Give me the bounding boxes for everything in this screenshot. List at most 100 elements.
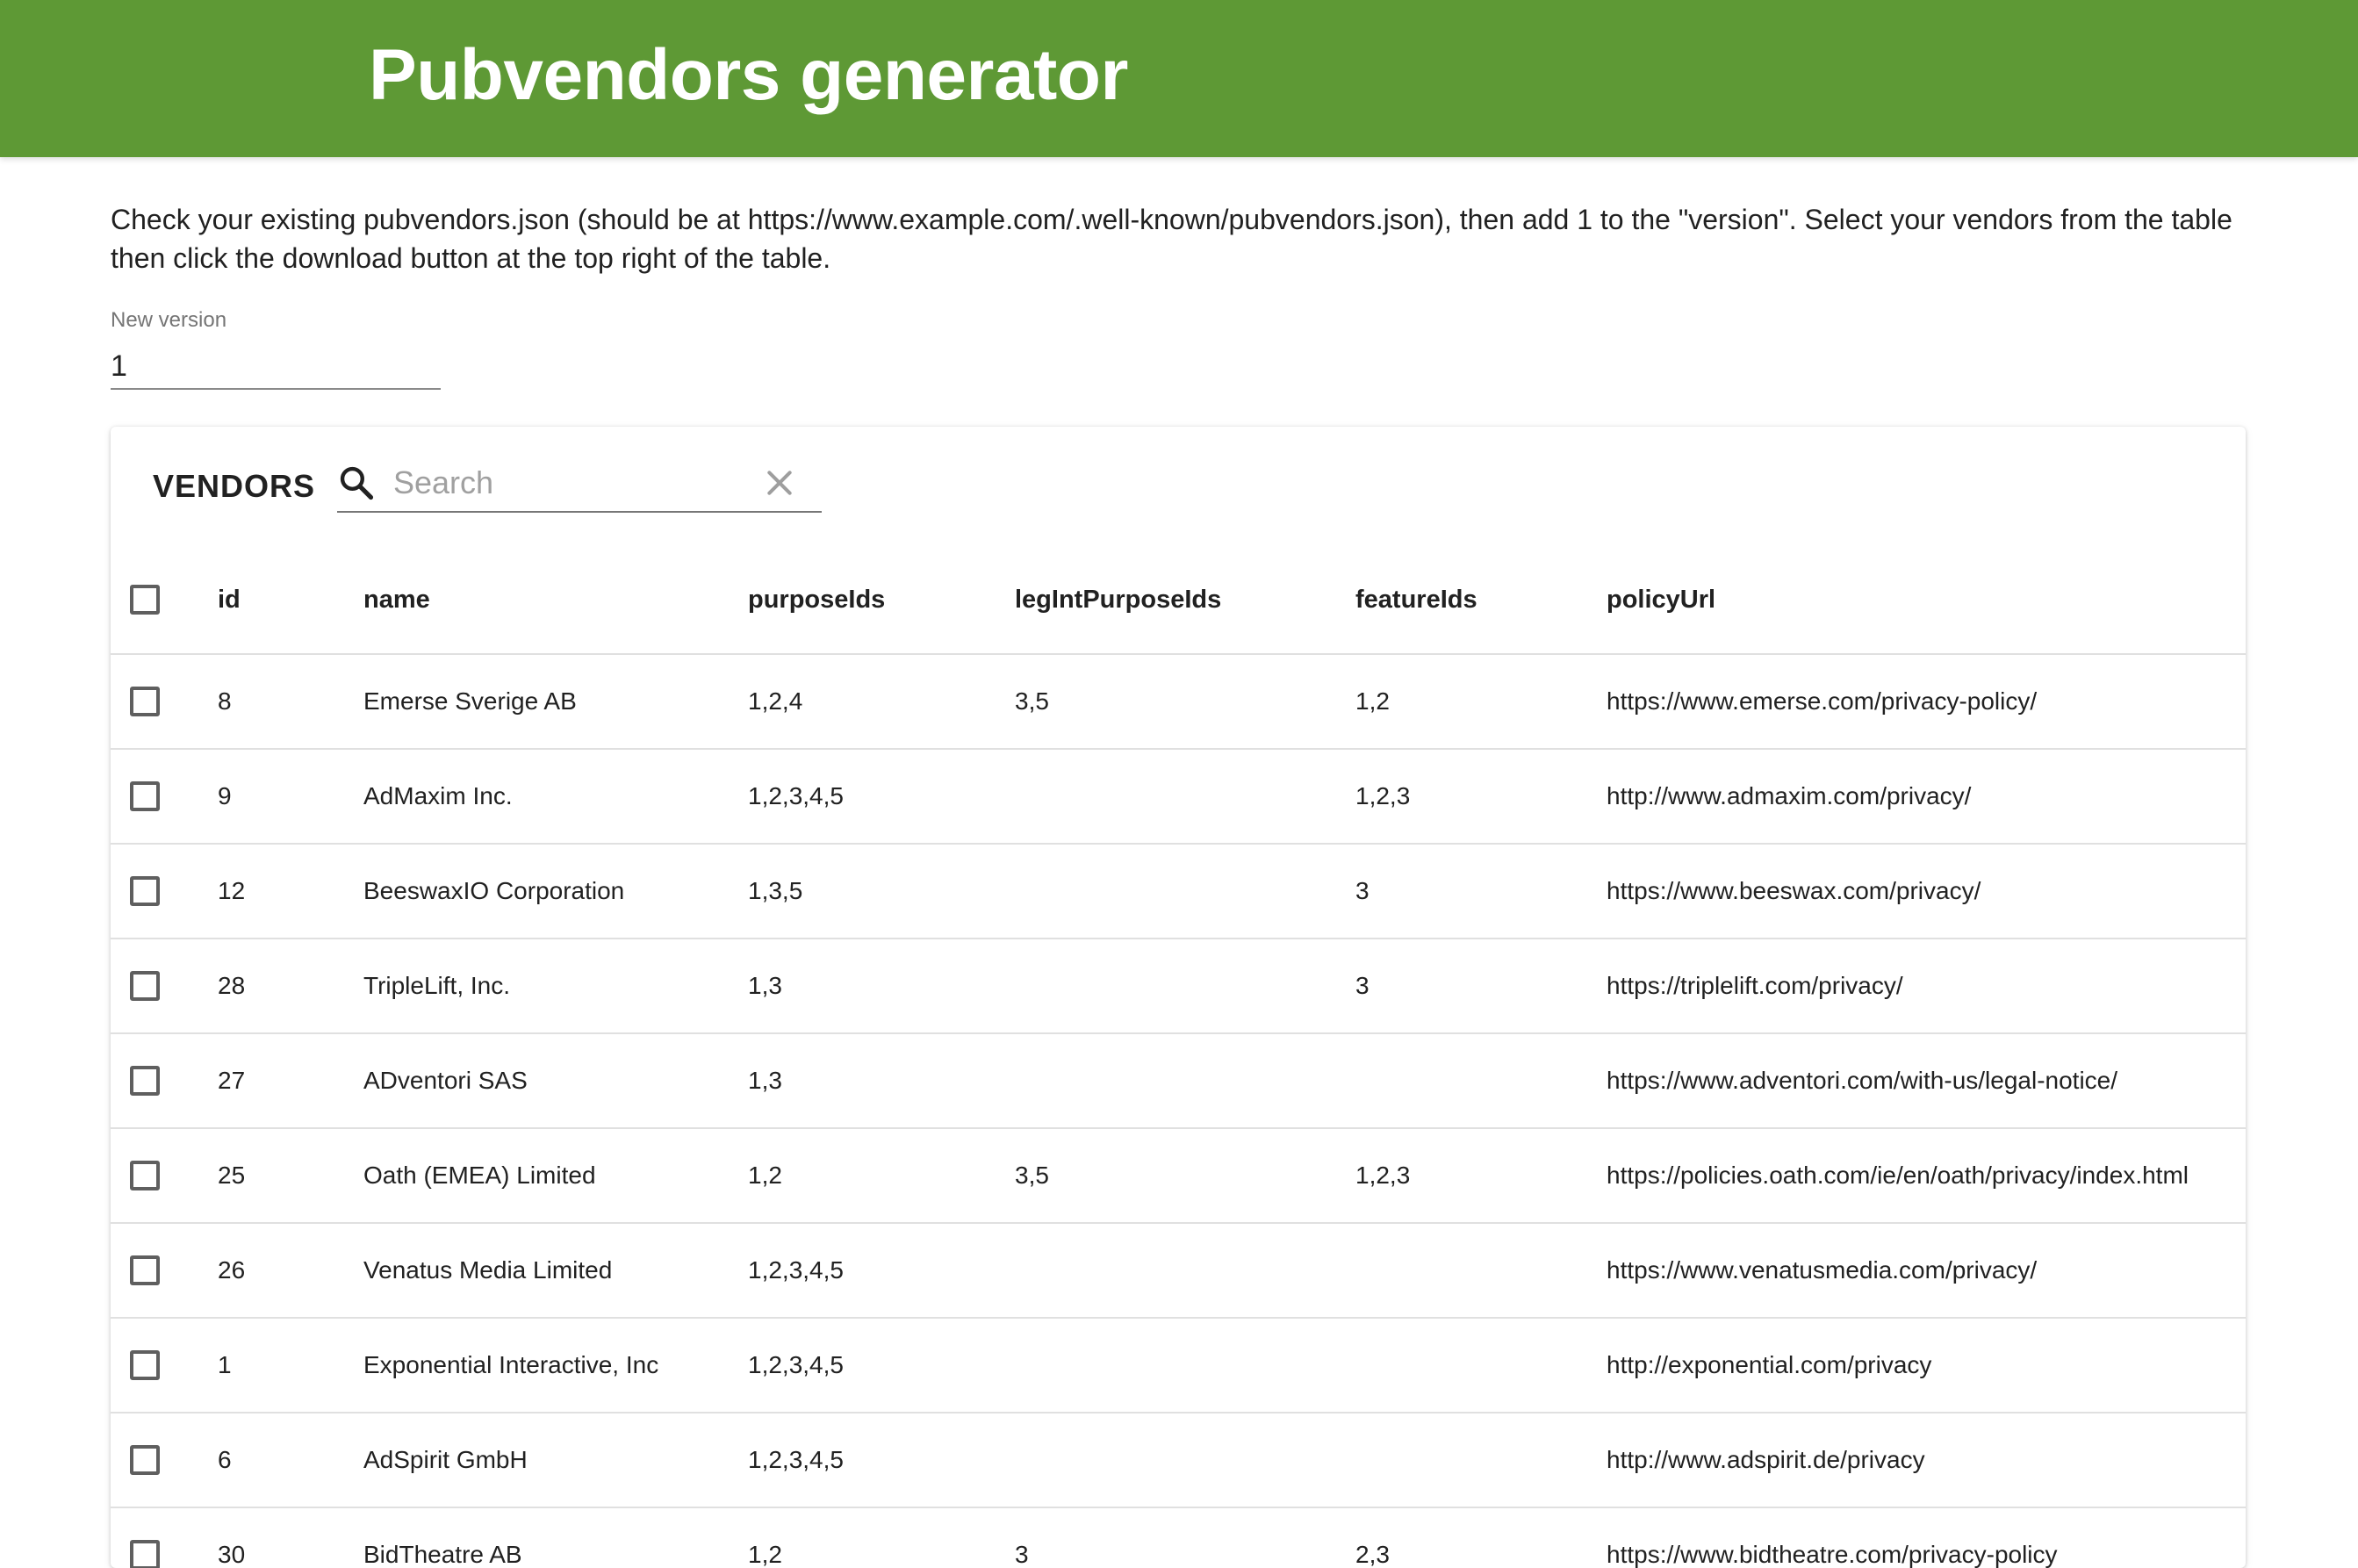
version-input[interactable] bbox=[111, 344, 441, 390]
cell-policyurl: https://www.venatusmedia.com/privacy/ bbox=[1607, 1256, 2038, 1284]
page-title: Pubvendors generator bbox=[369, 35, 1128, 115]
row-checkbox[interactable] bbox=[130, 1350, 160, 1380]
cell-name: AdMaxim Inc. bbox=[363, 782, 513, 809]
cell-id: 28 bbox=[218, 972, 246, 999]
row-checkbox[interactable] bbox=[130, 687, 160, 716]
cell-id: 26 bbox=[218, 1256, 246, 1284]
search-input[interactable] bbox=[393, 462, 744, 504]
cell-featureids: 1,2 bbox=[1355, 687, 1390, 715]
cell-id: 8 bbox=[218, 687, 232, 715]
select-all-cell bbox=[130, 546, 160, 653]
row-select-cell bbox=[130, 1034, 160, 1127]
table-row[interactable]: 28 TripleLift, Inc. 1,3 3 https://triplelift… bbox=[111, 939, 2246, 1034]
row-checkbox[interactable] bbox=[130, 1445, 160, 1475]
app-bar: Pubvendors generator bbox=[0, 0, 2358, 157]
table-row[interactable]: 8 Emerse Sverige AB 1,2,4 3,5 1,2 https://www… bbox=[111, 655, 2246, 750]
cell-name: ADventori SAS bbox=[363, 1067, 528, 1094]
row-select-cell bbox=[130, 845, 160, 938]
cell-featureids: 1,2,3 bbox=[1355, 1162, 1411, 1189]
cell-legintpurposeids: 3,5 bbox=[1015, 1162, 1049, 1189]
table-row[interactable]: 12 BeeswaxIO Corporation 1,3,5 3 https://www… bbox=[111, 845, 2246, 939]
row-select-cell bbox=[130, 1319, 160, 1412]
column-header-id[interactable]: id bbox=[218, 546, 241, 653]
cell-name: Oath (EMEA) Limited bbox=[363, 1162, 596, 1189]
row-select-cell bbox=[130, 939, 160, 1032]
select-all-checkbox[interactable] bbox=[130, 585, 160, 615]
row-select-cell bbox=[130, 1413, 160, 1507]
vendors-table: id name purposeIds legIntPurposeIds feat… bbox=[111, 546, 2246, 1568]
cell-policyurl: http://www.admaxim.com/privacy/ bbox=[1607, 782, 1972, 809]
cell-purposeids: 1,3 bbox=[748, 1067, 782, 1094]
table-row[interactable]: 1 Exponential Interactive, Inc 1,2,3,4,5 ht… bbox=[111, 1319, 2246, 1413]
intro-text: Check your existing pubvendors.json (sho… bbox=[111, 204, 2232, 274]
version-field: New version bbox=[111, 307, 441, 399]
cell-purposeids: 1,2,3,4,5 bbox=[748, 1446, 844, 1473]
row-checkbox[interactable] bbox=[130, 1255, 160, 1285]
table-row[interactable]: 26 Venatus Media Limited 1,2,3,4,5 https://… bbox=[111, 1224, 2246, 1319]
table-header-row: id name purposeIds legIntPurposeIds feat… bbox=[111, 546, 2246, 655]
cell-policyurl: https://triplelift.com/privacy/ bbox=[1607, 972, 1903, 999]
cell-featureids: 3 bbox=[1355, 972, 1370, 999]
table-row[interactable]: 9 AdMaxim Inc. 1,2,3,4,5 1,2,3 http://www.ad… bbox=[111, 750, 2246, 845]
table-row[interactable]: 27 ADventori SAS 1,3 https://www.adventori.… bbox=[111, 1034, 2246, 1129]
cell-id: 12 bbox=[218, 877, 246, 904]
cell-featureids: 2,3 bbox=[1355, 1541, 1390, 1568]
table-row[interactable]: 30 BidTheatre AB 1,2 3 2,3 https://www.bidthe… bbox=[111, 1508, 2246, 1568]
cell-purposeids: 1,2,3,4,5 bbox=[748, 782, 844, 809]
row-checkbox[interactable] bbox=[130, 1161, 160, 1190]
row-checkbox[interactable] bbox=[130, 781, 160, 811]
row-select-cell bbox=[130, 655, 160, 748]
row-checkbox[interactable] bbox=[130, 876, 160, 906]
cell-purposeids: 1,2,4 bbox=[748, 687, 803, 715]
cell-purposeids: 1,3,5 bbox=[748, 877, 803, 904]
table-body: 8 Emerse Sverige AB 1,2,4 3,5 1,2 https://www… bbox=[111, 655, 2246, 1568]
vendors-title: VENDORS bbox=[153, 468, 316, 504]
cell-name: Exponential Interactive, Inc bbox=[363, 1351, 659, 1378]
cell-id: 9 bbox=[218, 782, 232, 809]
cell-name: Venatus Media Limited bbox=[363, 1256, 613, 1284]
cell-legintpurposeids: 3,5 bbox=[1015, 687, 1049, 715]
row-select-cell bbox=[130, 1224, 160, 1317]
row-checkbox[interactable] bbox=[130, 1066, 160, 1096]
row-checkbox[interactable] bbox=[130, 971, 160, 1001]
search-box bbox=[337, 455, 822, 513]
cell-policyurl: http://www.adspirit.de/privacy bbox=[1607, 1446, 1925, 1473]
column-header-purposeids[interactable]: purposeIds bbox=[748, 546, 885, 653]
cell-id: 1 bbox=[218, 1351, 232, 1378]
cell-featureids: 1,2,3 bbox=[1355, 782, 1411, 809]
cell-purposeids: 1,2,3,4,5 bbox=[748, 1351, 844, 1378]
cell-name: Emerse Sverige AB bbox=[363, 687, 577, 715]
row-select-cell bbox=[130, 1508, 160, 1568]
column-header-policyurl[interactable]: policyUrl bbox=[1607, 546, 1715, 653]
vendors-card: VENDORS id name purposeIds legIntPurpose… bbox=[111, 427, 2246, 1568]
cell-id: 6 bbox=[218, 1446, 232, 1473]
row-checkbox[interactable] bbox=[130, 1540, 160, 1568]
cell-name: AdSpirit GmbH bbox=[363, 1446, 528, 1473]
table-row[interactable]: 6 AdSpirit GmbH 1,2,3,4,5 http://www.adspir… bbox=[111, 1413, 2246, 1508]
cell-id: 25 bbox=[218, 1162, 246, 1189]
cell-legintpurposeids: 3 bbox=[1015, 1541, 1029, 1568]
search-icon bbox=[340, 466, 374, 500]
cell-id: 30 bbox=[218, 1541, 246, 1568]
cell-name: TripleLift, Inc. bbox=[363, 972, 511, 999]
cell-id: 27 bbox=[218, 1067, 246, 1094]
version-label: New version bbox=[111, 308, 227, 332]
column-header-name[interactable]: name bbox=[363, 546, 430, 653]
cell-featureids: 3 bbox=[1355, 877, 1370, 904]
cell-policyurl: http://exponential.com/privacy bbox=[1607, 1351, 1932, 1378]
column-header-legintpurposeids[interactable]: legIntPurposeIds bbox=[1015, 546, 1221, 653]
close-icon[interactable] bbox=[762, 465, 797, 500]
cell-name: BidTheatre AB bbox=[363, 1541, 522, 1568]
cell-purposeids: 1,3 bbox=[748, 972, 782, 999]
cell-purposeids: 1,2 bbox=[748, 1541, 782, 1568]
column-header-featureids[interactable]: featureIds bbox=[1355, 546, 1477, 653]
cell-policyurl: https://www.bidtheatre.com/privacy-polic… bbox=[1607, 1541, 2058, 1568]
row-select-cell bbox=[130, 750, 160, 843]
cell-name: BeeswaxIO Corporation bbox=[363, 877, 625, 904]
cell-policyurl: https://www.adventori.com/with-us/legal-… bbox=[1607, 1067, 2118, 1094]
cell-purposeids: 1,2 bbox=[748, 1162, 782, 1189]
cell-policyurl: https://policies.oath.com/ie/en/oath/pri… bbox=[1607, 1162, 2189, 1189]
cell-policyurl: https://www.beeswax.com/privacy/ bbox=[1607, 877, 1981, 904]
table-row[interactable]: 25 Oath (EMEA) Limited 1,2 3,5 1,2,3 https://… bbox=[111, 1129, 2246, 1224]
row-select-cell bbox=[130, 1129, 160, 1222]
